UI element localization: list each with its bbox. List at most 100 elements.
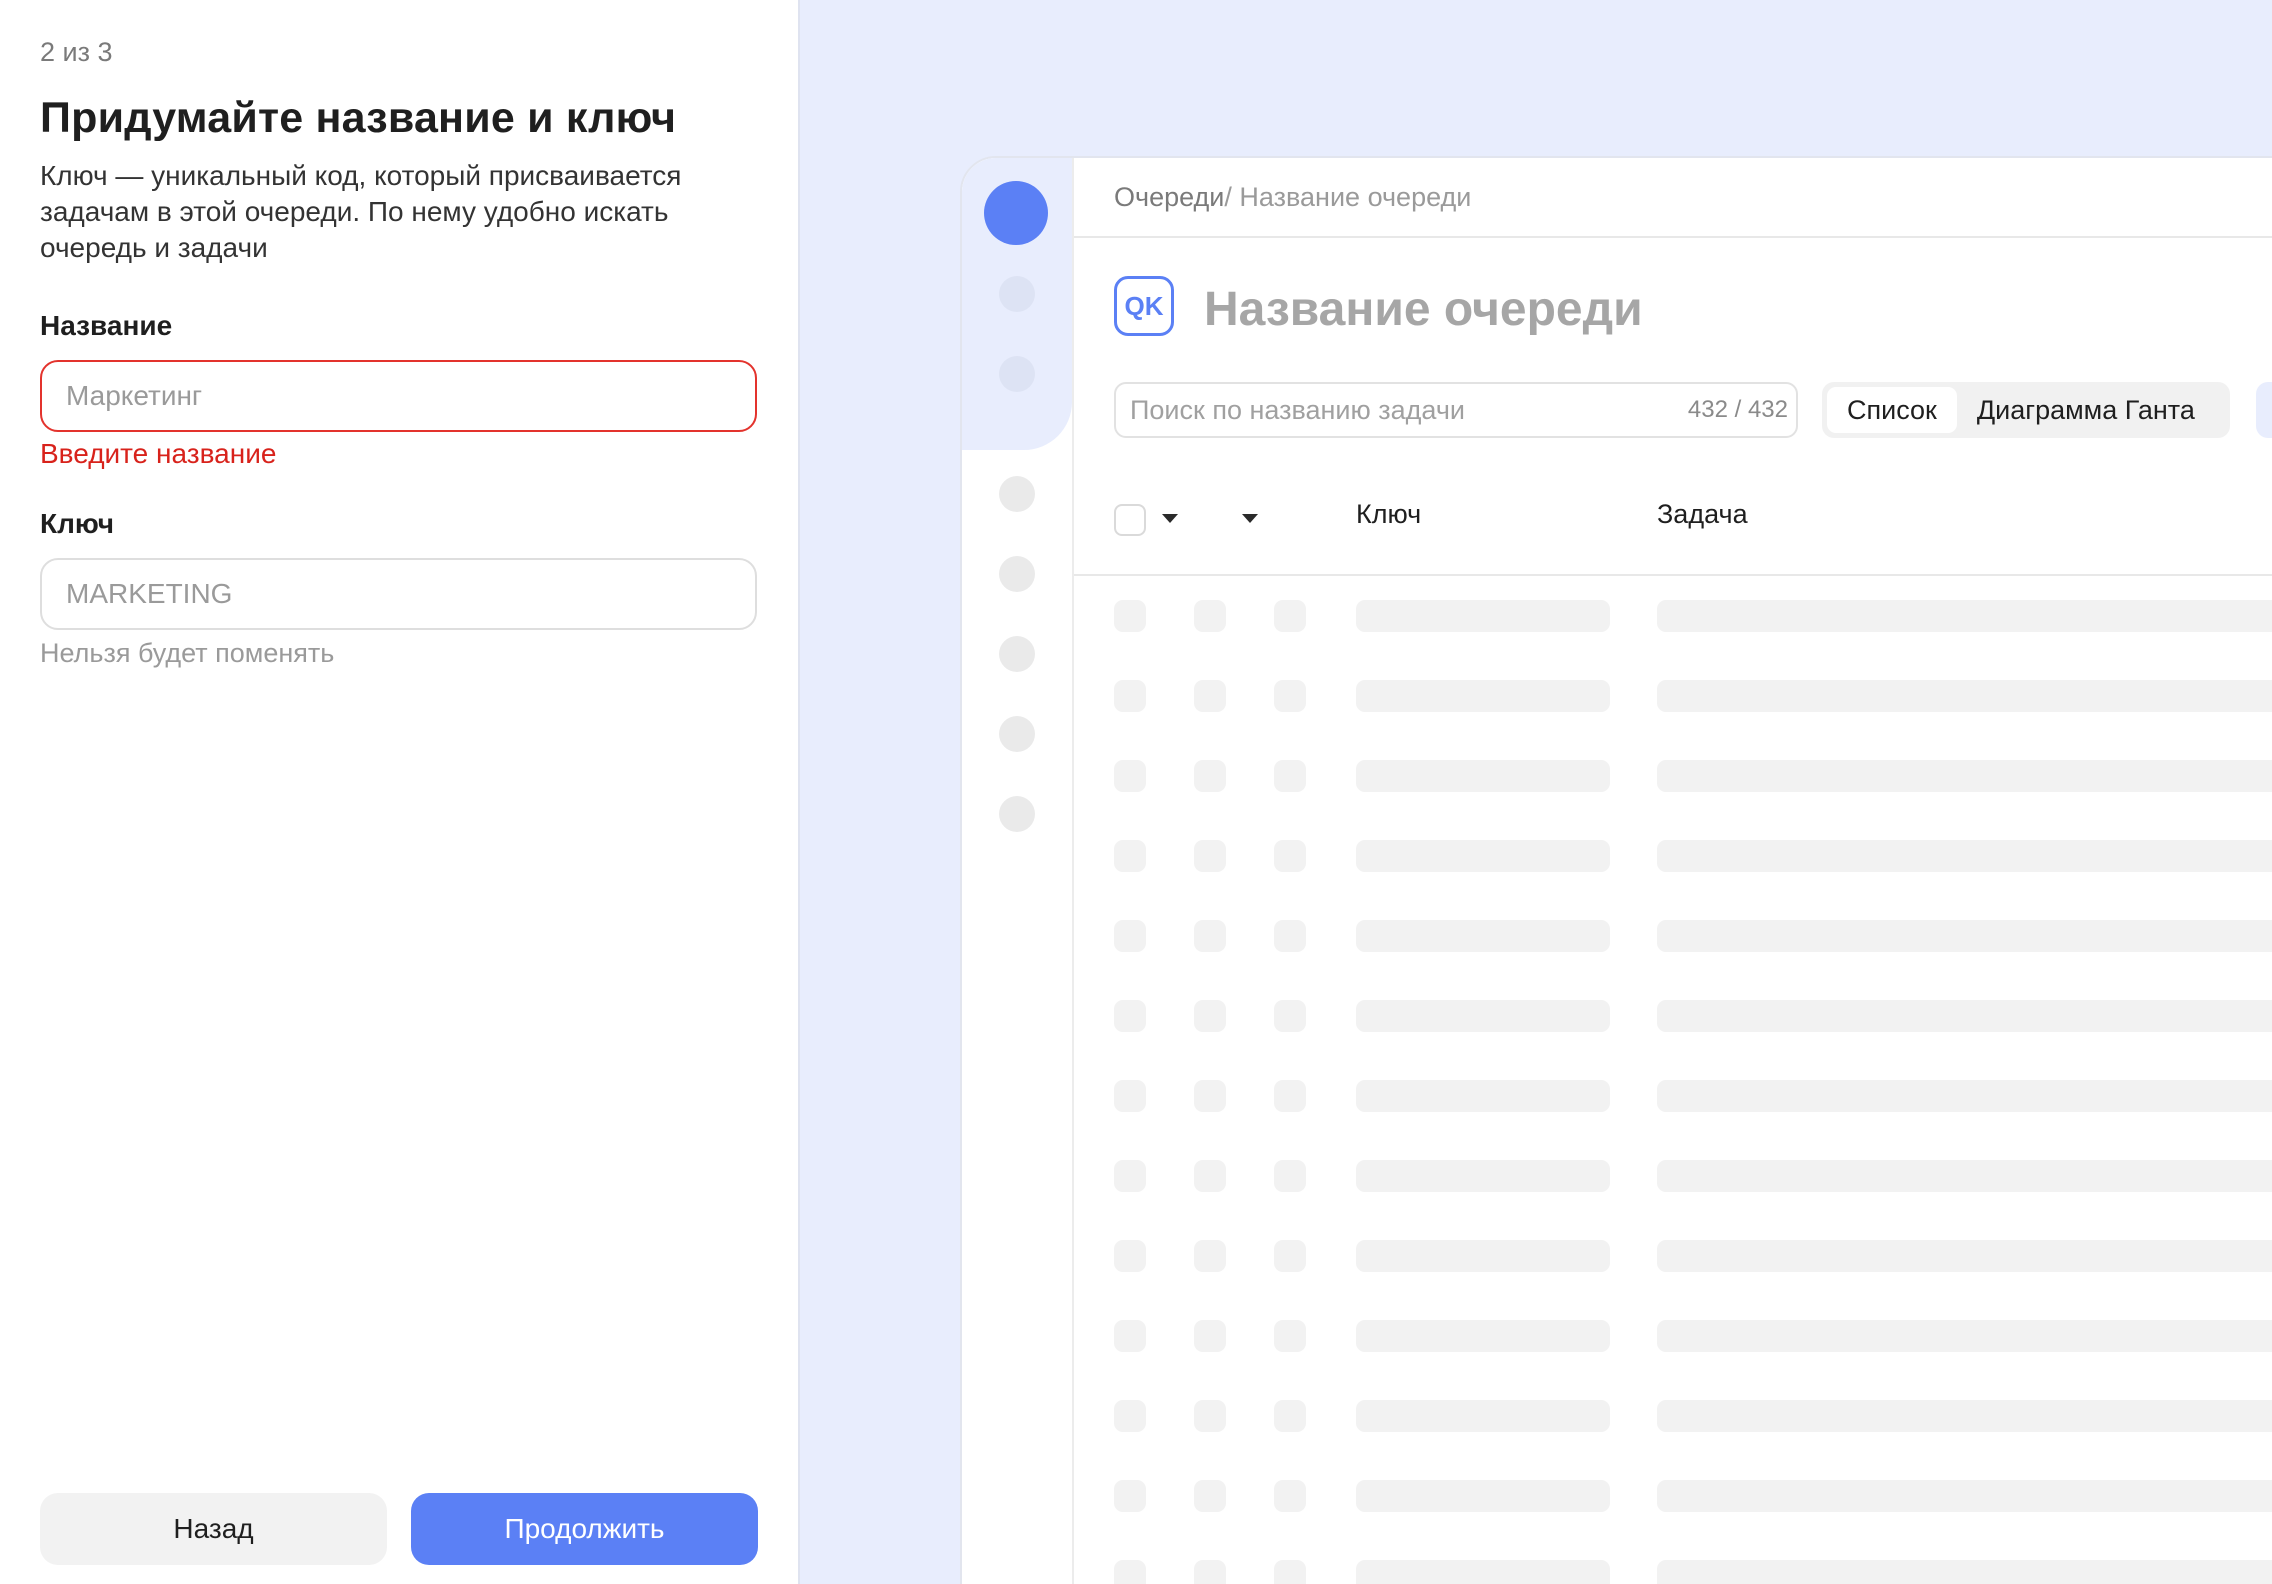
table-row: [1074, 1056, 2272, 1136]
skeleton-icon: [1194, 1160, 1226, 1192]
skeleton-task-cell: [1657, 920, 2272, 952]
queue-key-badge: QK: [1114, 276, 1174, 336]
toolbar-extra-button: [2256, 382, 2272, 438]
description-text: Ключ — уникальный код, который присваива…: [40, 160, 682, 263]
skeleton-task-cell: [1657, 1320, 2272, 1352]
skeleton-task-cell: [1657, 600, 2272, 632]
table-row: [1074, 1536, 2272, 1584]
skeleton-icon: [1274, 1320, 1306, 1352]
table-row: [1074, 656, 2272, 736]
skeleton-icon: [1274, 920, 1306, 952]
skeleton-checkbox: [1114, 760, 1146, 792]
skeleton-icon: [1194, 760, 1226, 792]
skeleton-key-cell: [1356, 1400, 1610, 1432]
skeleton-icon: [1194, 680, 1226, 712]
sidebar-placeholder-icon: [999, 356, 1035, 392]
sidebar-placeholder-icon: [999, 276, 1035, 312]
skeleton-task-cell: [1657, 760, 2272, 792]
skeleton-task-cell: [1657, 1240, 2272, 1272]
view-tabs: Список Диаграмма Ганта: [1822, 382, 2230, 438]
skeleton-key-cell: [1356, 1160, 1610, 1192]
name-error-message: Введите название: [40, 438, 277, 469]
name-label: Название: [40, 310, 173, 341]
skeleton-checkbox: [1114, 1160, 1146, 1192]
skeleton-task-cell: [1657, 1080, 2272, 1112]
step-indicator: 2 из 3: [40, 37, 113, 67]
table-row: [1074, 736, 2272, 816]
skeleton-checkbox: [1114, 840, 1146, 872]
skeleton-icon: [1194, 1400, 1226, 1432]
caret-down-icon: [1242, 514, 1258, 523]
skeleton-icon: [1194, 1000, 1226, 1032]
table-row: [1074, 896, 2272, 976]
key-hint: Нельзя будет поменять: [40, 638, 335, 668]
form-panel: 2 из 3 Придумайте название и ключ Ключ —…: [0, 0, 798, 1584]
search-count: 432 / 432: [1687, 396, 1788, 423]
queue-title: Название очереди: [1204, 283, 1643, 336]
skeleton-checkbox: [1114, 600, 1146, 632]
queue-preview-mockup: Очереди/ Название очереди QK Название оч…: [960, 156, 2272, 1584]
sidebar-placeholder-icon: [999, 796, 1035, 832]
caret-down-icon: [1162, 514, 1178, 523]
table-row: [1074, 576, 2272, 656]
skeleton-icon: [1274, 840, 1306, 872]
back-button[interactable]: Назад: [40, 1493, 387, 1565]
tab-gantt: Диаграмма Ганта: [1976, 394, 2195, 425]
skeleton-checkbox: [1114, 1080, 1146, 1112]
skeleton-icon: [1274, 600, 1306, 632]
tab-list: Список: [1827, 387, 1957, 433]
skeleton-icon: [1194, 1320, 1226, 1352]
skeleton-checkbox: [1114, 1560, 1146, 1584]
table-row: [1074, 1456, 2272, 1536]
skeleton-task-cell: [1657, 1480, 2272, 1512]
skeleton-icon: [1194, 600, 1226, 632]
breadcrumb-root: Очереди: [1114, 182, 1225, 212]
skeleton-icon: [1274, 1560, 1306, 1584]
skeleton-icon: [1194, 920, 1226, 952]
skeleton-key-cell: [1356, 1560, 1610, 1584]
skeleton-checkbox: [1114, 680, 1146, 712]
table-row: [1074, 1136, 2272, 1216]
key-input[interactable]: MARKETING: [40, 558, 757, 630]
divider: [1074, 236, 2272, 238]
skeleton-checkbox: [1114, 1320, 1146, 1352]
table-row: [1074, 816, 2272, 896]
name-input[interactable]: Маркетинг: [40, 360, 757, 432]
skeleton-key-cell: [1356, 680, 1610, 712]
skeleton-task-cell: [1657, 1000, 2272, 1032]
skeleton-icon: [1194, 1080, 1226, 1112]
skeleton-task-cell: [1657, 1560, 2272, 1584]
skeleton-key-cell: [1356, 1320, 1610, 1352]
skeleton-key-cell: [1356, 760, 1610, 792]
table-row: [1074, 1376, 2272, 1456]
skeleton-key-cell: [1356, 1240, 1610, 1272]
column-header-key: Ключ: [1356, 499, 1422, 529]
table-row: [1074, 1216, 2272, 1296]
skeleton-icon: [1194, 1480, 1226, 1512]
skeleton-key-cell: [1356, 1480, 1610, 1512]
sidebar-placeholder-icon: [999, 716, 1035, 752]
skeleton-icon: [1274, 1240, 1306, 1272]
breadcrumb: Очереди/ Название очереди: [1114, 182, 1471, 213]
breadcrumb-current: Название очереди: [1239, 182, 1472, 212]
skeleton-checkbox: [1114, 1000, 1146, 1032]
key-input-placeholder: MARKETING: [66, 578, 233, 609]
skeleton-icon: [1194, 1560, 1226, 1584]
preview-sidebar: [962, 158, 1074, 1584]
sidebar-placeholder-icon: [999, 476, 1035, 512]
skeleton-icon: [1194, 1240, 1226, 1272]
table-row: [1074, 976, 2272, 1056]
continue-button[interactable]: Продолжить: [411, 1493, 758, 1565]
skeleton-task-cell: [1657, 680, 2272, 712]
select-all-checkbox: [1114, 504, 1146, 536]
skeleton-checkbox: [1114, 1400, 1146, 1432]
skeleton-checkbox: [1114, 1240, 1146, 1272]
skeleton-key-cell: [1356, 920, 1610, 952]
skeleton-icon: [1274, 1400, 1306, 1432]
skeleton-icon: [1274, 1160, 1306, 1192]
preview-panel: Очереди/ Название очереди QK Название оч…: [798, 0, 2272, 1584]
skeleton-icon: [1274, 1000, 1306, 1032]
preview-main: Очереди/ Название очереди QK Название оч…: [1074, 158, 2272, 1584]
skeleton-key-cell: [1356, 840, 1610, 872]
skeleton-checkbox: [1114, 1480, 1146, 1512]
